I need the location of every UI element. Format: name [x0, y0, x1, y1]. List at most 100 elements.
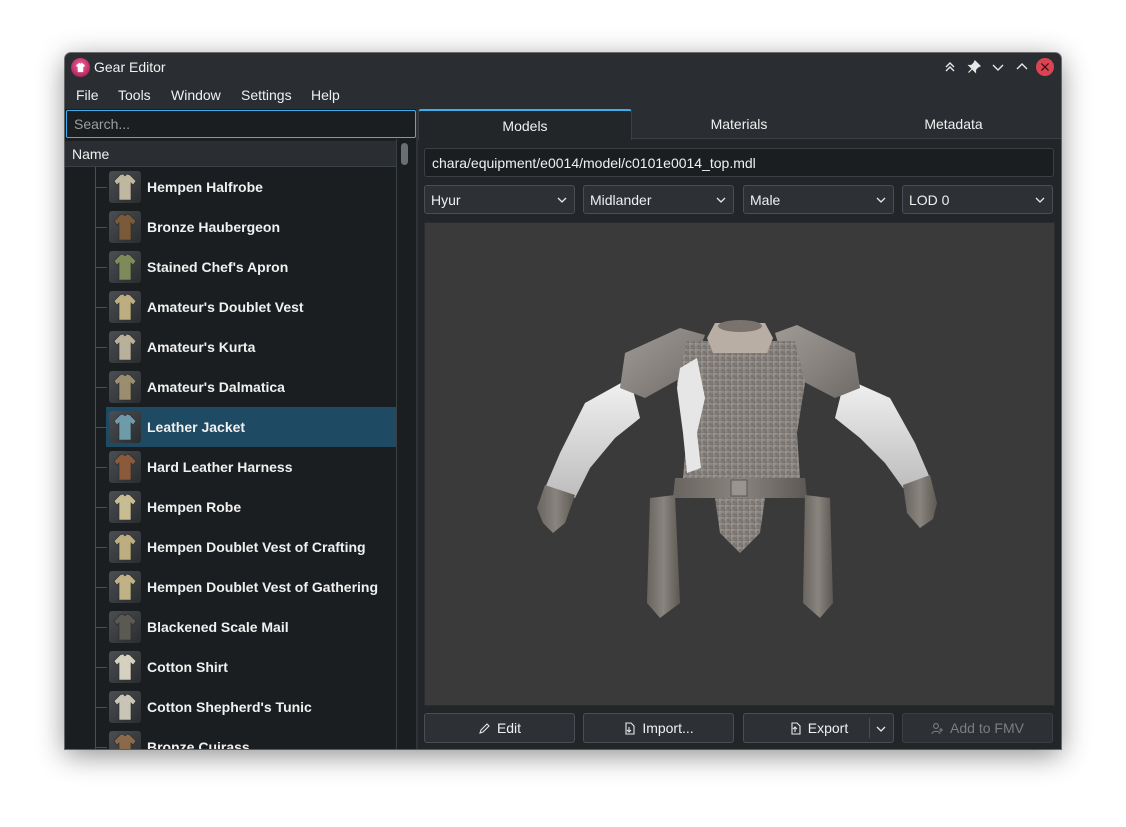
tree-item[interactable]: Amateur's Dalmatica — [65, 367, 396, 407]
menu-settings[interactable]: Settings — [241, 87, 292, 103]
name-column-header[interactable]: Name — [65, 141, 396, 167]
chevron-down-icon[interactable] — [875, 723, 887, 735]
item-thumbnail-icon — [109, 571, 141, 603]
tree-branch-line — [95, 267, 107, 268]
item-thumbnail-icon — [109, 451, 141, 483]
tree-item-label: Hempen Doublet Vest of Crafting — [147, 539, 366, 555]
item-thumbnail-icon — [109, 371, 141, 403]
export-button[interactable]: Export — [743, 713, 894, 743]
tree-item-label: Cotton Shepherd's Tunic — [147, 699, 312, 715]
tab-metadata[interactable]: Metadata — [846, 109, 1061, 139]
lod-select[interactable]: LOD 0 — [902, 185, 1053, 214]
tree-item[interactable]: Hempen Doublet Vest of Crafting — [65, 527, 396, 567]
race-select-value: Hyur — [431, 192, 461, 208]
import-button[interactable]: Import... — [583, 713, 734, 743]
gender-select[interactable]: Male — [743, 185, 894, 214]
tree-item[interactable]: Hempen Robe — [65, 487, 396, 527]
tree-item[interactable]: Amateur's Kurta — [65, 327, 396, 367]
tree-scrollbar[interactable] — [401, 143, 408, 165]
tree-item-label: Leather Jacket — [147, 419, 246, 435]
tree-item[interactable]: Hempen Doublet Vest of Gathering — [65, 567, 396, 607]
tree-item[interactable]: Stained Chef's Apron — [65, 247, 396, 287]
add-user-icon — [931, 722, 944, 734]
tribe-select-value: Midlander — [590, 192, 652, 208]
tree-item-label: Hempen Robe — [147, 499, 242, 515]
import-button-label: Import... — [642, 720, 694, 736]
model-path-field[interactable]: chara/equipment/e0014/model/c0101e0014_t… — [424, 148, 1054, 177]
lod-select-value: LOD 0 — [909, 192, 950, 208]
chevron-down-icon — [876, 197, 886, 203]
tree-divider — [396, 139, 397, 749]
chevron-down-icon — [716, 197, 726, 203]
tree-item[interactable]: Cotton Shirt — [65, 647, 396, 687]
edit-button[interactable]: Edit — [424, 713, 575, 743]
tree-branch-line — [95, 507, 107, 508]
add-to-fmv-label: Add to FMV — [950, 720, 1024, 736]
item-thumbnail-icon — [109, 731, 141, 749]
tree-item-label: Amateur's Dalmatica — [147, 379, 285, 395]
tree-item-label: Amateur's Doublet Vest — [147, 299, 304, 315]
maximize-button[interactable] — [1012, 57, 1032, 77]
close-button[interactable] — [1036, 58, 1054, 76]
tree-item-label: Bronze Haubergeon — [147, 219, 281, 235]
menu-tools[interactable]: Tools — [118, 87, 151, 103]
model-viewport[interactable] — [424, 222, 1055, 706]
keep-above-button[interactable] — [940, 57, 960, 77]
tree-branch-line — [95, 227, 107, 228]
item-tree: Hempen Halfrobe Bronze Haubergeon Stained … — [65, 167, 396, 749]
tree-item[interactable]: Bronze Haubergeon — [65, 207, 396, 247]
tab-materials[interactable]: Materials — [632, 109, 846, 139]
export-button-label: Export — [807, 720, 849, 736]
tree-item[interactable]: Leather Jacket — [65, 407, 396, 447]
tree-item-label: Cotton Shirt — [147, 659, 228, 675]
item-thumbnail-icon — [109, 251, 141, 283]
tab-models[interactable]: Models — [418, 109, 632, 140]
item-thumbnail-icon — [109, 331, 141, 363]
minimize-button[interactable] — [988, 57, 1008, 77]
tree-item[interactable]: Cotton Shepherd's Tunic — [65, 687, 396, 727]
chevron-down-icon — [1035, 197, 1045, 203]
app-icon — [71, 58, 90, 77]
menu-window[interactable]: Window — [171, 87, 221, 103]
item-thumbnail-icon — [109, 651, 141, 683]
tree-item[interactable]: Blackened Scale Mail — [65, 607, 396, 647]
document-export-icon — [791, 721, 801, 735]
tribe-select[interactable]: Midlander — [583, 185, 734, 214]
search-input[interactable] — [66, 110, 416, 138]
menubar: File Tools Window Settings Help — [65, 81, 1061, 109]
tree-branch-line — [95, 747, 107, 748]
add-to-fmv-button[interactable]: Add to FMV — [902, 713, 1053, 743]
item-browser: Name Hempen Halfrobe Bronze Haubergeon Sta… — [65, 109, 416, 749]
item-thumbnail-icon — [109, 291, 141, 323]
tree-item-label: Hempen Doublet Vest of Gathering — [147, 579, 379, 595]
item-thumbnail-icon — [109, 171, 141, 203]
tree-branch-line — [95, 187, 107, 188]
close-icon — [1040, 62, 1050, 72]
tree-item[interactable]: Amateur's Doublet Vest — [65, 287, 396, 327]
tree-item[interactable]: Bronze Cuirass — [65, 727, 396, 749]
export-split-divider — [869, 718, 870, 738]
tree-item-label: Hempen Halfrobe — [147, 179, 263, 195]
race-select[interactable]: Hyur — [424, 185, 575, 214]
tree-branch-line — [95, 707, 107, 708]
armor-model-render — [537, 320, 937, 618]
document-import-icon — [625, 721, 635, 735]
menu-help[interactable]: Help — [311, 87, 340, 103]
tree-branch-line — [95, 627, 107, 628]
item-thumbnail-icon — [109, 411, 141, 443]
pin-button[interactable] — [964, 57, 984, 77]
chevron-down-icon — [557, 197, 567, 203]
tree-item-label: Hard Leather Harness — [147, 459, 293, 475]
menu-file[interactable]: File — [76, 87, 99, 103]
tree-item[interactable]: Hard Leather Harness — [65, 447, 396, 487]
tree-item-label: Blackened Scale Mail — [147, 619, 289, 635]
titlebar: Gear Editor — [65, 53, 1061, 81]
tree-branch-line — [95, 467, 107, 468]
tree-item[interactable]: Hempen Halfrobe — [65, 167, 396, 207]
item-thumbnail-icon — [109, 211, 141, 243]
item-thumbnail-icon — [109, 611, 141, 643]
maximize-icon — [1016, 63, 1028, 70]
tree-branch-line — [95, 347, 107, 348]
tree-branch-line — [95, 547, 107, 548]
tree-branch-line — [95, 307, 107, 308]
